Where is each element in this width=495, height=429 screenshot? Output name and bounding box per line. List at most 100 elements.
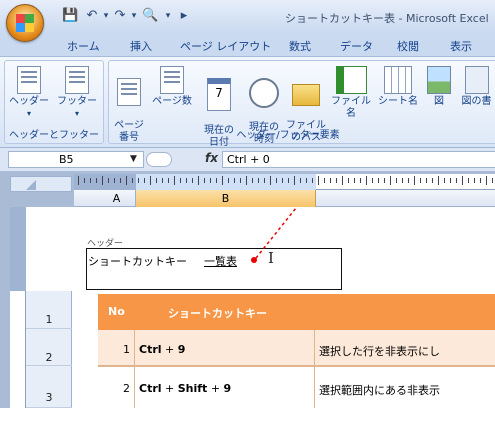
- vertical-ruler-margin: [10, 207, 26, 291]
- preview-dropdown-icon[interactable]: ▾: [160, 8, 176, 24]
- ruler-tick: [264, 178, 265, 183]
- ruler-tick: [120, 178, 121, 183]
- plus-sign: +: [161, 343, 178, 356]
- customize-qat-icon[interactable]: ▸: [176, 8, 192, 24]
- row-header-3[interactable]: 3: [26, 367, 72, 408]
- ruler-tick: [114, 178, 115, 183]
- ruler-tick: [432, 178, 433, 183]
- picture-button[interactable]: 図: [426, 66, 452, 108]
- picture-format-button[interactable]: 図の書: [458, 66, 495, 108]
- cell-description[interactable]: 選択した行を非表示にし: [319, 343, 440, 359]
- ruler-tick: [312, 178, 313, 183]
- ruler-tick: [426, 178, 427, 183]
- tab-view[interactable]: 表示: [450, 38, 472, 54]
- ruler-tick: [276, 178, 277, 183]
- ruler-tick: [372, 178, 373, 183]
- key-9: 9: [177, 343, 186, 356]
- name-box-dropdown-icon[interactable]: ▼: [130, 154, 137, 164]
- ruler-tick: [198, 176, 199, 185]
- ruler-tick: [84, 178, 85, 183]
- ruler-tick: [252, 178, 253, 183]
- column-no-header: No: [108, 305, 125, 318]
- sheet-name-button[interactable]: シート名: [376, 66, 420, 108]
- ruler-tick: [462, 176, 463, 185]
- ruler-tick: [108, 178, 109, 183]
- page-number-icon: [117, 78, 141, 106]
- formula-input[interactable]: Ctrl + 0: [222, 151, 495, 168]
- footer-button[interactable]: フッター ▾: [56, 66, 98, 120]
- cell-no[interactable]: 2: [98, 382, 130, 395]
- corner-triangle-icon: [26, 180, 36, 190]
- current-date-label: 現在の 日付: [204, 125, 234, 148]
- row-header-1[interactable]: 1: [26, 292, 72, 329]
- ruler-tick: [480, 178, 481, 183]
- picture-icon: [427, 66, 451, 94]
- ruler-tick: [222, 176, 223, 185]
- select-all-corner[interactable]: [10, 176, 72, 192]
- name-box[interactable]: B5: [8, 151, 144, 168]
- tab-formulas[interactable]: 数式: [289, 38, 311, 54]
- ruler-tick: [150, 176, 151, 185]
- ruler-tick: [420, 178, 421, 183]
- header-button[interactable]: ヘッダー ▾: [8, 66, 50, 120]
- tab-data[interactable]: データ: [340, 38, 373, 54]
- tab-insert[interactable]: 挿入: [130, 38, 152, 54]
- ruler-tick: [126, 176, 127, 185]
- cell-divider: [314, 330, 315, 408]
- key-ctrl: Ctrl: [139, 343, 162, 356]
- ruler-tick: [456, 178, 457, 183]
- picture-format-label: 図の書: [461, 96, 492, 107]
- tab-home[interactable]: ホーム: [67, 38, 100, 54]
- page-number-button[interactable]: ページ 番号: [112, 66, 146, 144]
- ruler-tick: [348, 178, 349, 183]
- column-header-b[interactable]: B: [136, 190, 316, 207]
- plus-sign: +: [161, 382, 178, 395]
- ruler-tick: [450, 178, 451, 183]
- annotation-pointer: [255, 207, 297, 259]
- cell-description[interactable]: 選択範囲内にある非表示: [319, 382, 440, 398]
- ruler-tick: [138, 178, 139, 183]
- column-key-header: ショートカットキー: [168, 307, 267, 320]
- ruler-tick: [192, 178, 193, 183]
- ruler-tick: [78, 176, 79, 185]
- ruler-tick: [474, 178, 475, 183]
- header-linked-text[interactable]: 一覧表: [204, 253, 237, 269]
- file-path-button[interactable]: ファイル のパス: [286, 66, 326, 144]
- ruler-tick: [336, 178, 337, 183]
- ruler-tick: [168, 178, 169, 183]
- row-divider: [98, 366, 495, 367]
- current-date-button[interactable]: 7 現在の 日付: [198, 66, 240, 149]
- tab-page-layout[interactable]: ページ レイアウト: [180, 38, 271, 54]
- header-text[interactable]: ショートカットキー: [88, 253, 187, 269]
- cell-no[interactable]: 1: [98, 343, 130, 356]
- ruler-tick: [384, 178, 385, 183]
- cell-key[interactable]: Ctrl + Shift + 9: [139, 382, 231, 395]
- ruler-tick: [300, 178, 301, 183]
- ruler-tick: [282, 178, 283, 183]
- ruler-tick: [486, 176, 487, 185]
- page-count-button[interactable]: ページ数: [150, 66, 194, 108]
- footer-icon: [65, 66, 89, 94]
- page-count-icon: [160, 66, 184, 94]
- ruler-tick: [294, 176, 295, 185]
- ruler-tick: [258, 178, 259, 183]
- tab-review[interactable]: 校閲: [397, 38, 419, 54]
- ruler-tick: [444, 178, 445, 183]
- formula-bar-expander[interactable]: [146, 152, 172, 167]
- office-button[interactable]: [6, 4, 44, 42]
- print-preview-icon[interactable]: 🔍: [142, 8, 158, 24]
- ruler-tick: [360, 178, 361, 183]
- current-time-button[interactable]: 現在の 時刻: [244, 66, 284, 146]
- insert-function-icon[interactable]: fx: [205, 151, 218, 165]
- column-header-a[interactable]: A: [98, 190, 136, 207]
- ruler-tick: [162, 178, 163, 183]
- cell-key[interactable]: Ctrl + 9: [139, 343, 185, 356]
- row-header-2[interactable]: 2: [26, 330, 72, 366]
- ruler-tick: [210, 178, 211, 183]
- redo-dropdown-icon[interactable]: ▾: [126, 8, 142, 24]
- folder-icon: [292, 84, 320, 106]
- save-icon[interactable]: 💾: [62, 8, 78, 24]
- file-name-button[interactable]: ファイル名: [328, 66, 374, 120]
- plus-sign: +: [207, 382, 224, 395]
- clock-icon: [249, 78, 279, 108]
